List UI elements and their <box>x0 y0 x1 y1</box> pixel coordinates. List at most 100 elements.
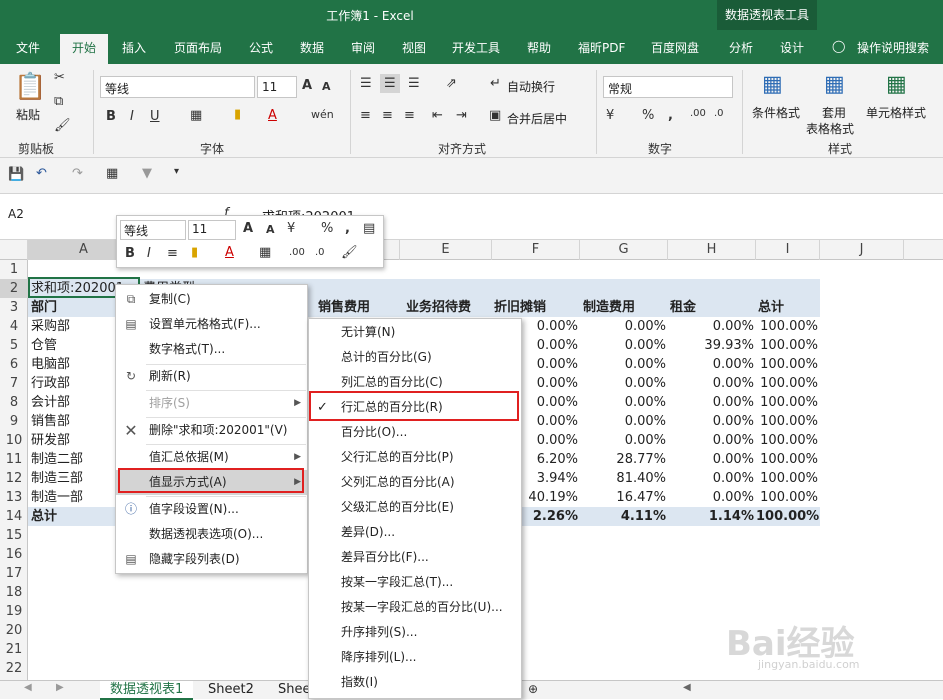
paste-icon[interactable]: 📋 <box>14 72 46 102</box>
submenu-item-no-calculation[interactable]: 无计算(N) <box>309 320 521 345</box>
pivot-row-label[interactable]: 研发部 <box>31 431 70 450</box>
save-icon[interactable]: 💾 <box>8 167 24 182</box>
submenu-item-percent-running-total[interactable]: 按某一字段汇总的百分比(U)... <box>309 595 521 620</box>
align-top-icon[interactable]: ☰ <box>360 76 372 91</box>
pivot-value-cell[interactable]: 0.00% <box>668 469 754 488</box>
pivot-value-cell[interactable]: 0.00% <box>668 431 754 450</box>
row-header[interactable]: 12 <box>0 469 28 488</box>
conditional-format-icon[interactable]: ▦ <box>762 72 783 97</box>
tab-data[interactable]: 数据 <box>300 39 324 56</box>
submenu-item-running-total[interactable]: 按某一字段汇总(T)... <box>309 570 521 595</box>
increase-decimal-icon[interactable]: .00 <box>690 108 706 119</box>
select-all-corner[interactable] <box>0 240 28 260</box>
pivot-row-label[interactable]: 制造一部 <box>31 488 83 507</box>
pivot-value-cell[interactable]: 28.77% <box>580 450 666 469</box>
pivot-value-cell[interactable]: 100.00% <box>756 336 818 355</box>
mini-font-color-icon[interactable]: A <box>225 245 234 260</box>
conditional-format-button[interactable]: 条件格式 <box>752 104 800 121</box>
italic-button[interactable]: I <box>130 109 134 124</box>
menu-item-refresh[interactable]: ↻ 刷新(R) <box>116 364 307 389</box>
underline-button[interactable]: U <box>150 109 160 124</box>
pivot-value-cell[interactable]: 81.40% <box>580 469 666 488</box>
mini-shrink-font-icon[interactable]: A <box>266 223 275 236</box>
row-header[interactable]: 4 <box>0 317 28 336</box>
pivot-row-label[interactable]: 会计部 <box>31 393 70 412</box>
menu-item-value-field-settings[interactable]: ⓘ 值字段设置(N)... <box>116 497 307 522</box>
scroll-left-icon[interactable]: ◀ <box>24 682 32 693</box>
submenu-item-percent-of[interactable]: 百分比(O)... <box>309 420 521 445</box>
row-header[interactable]: 2 <box>0 279 28 298</box>
mini-percent-button[interactable]: % <box>321 221 333 236</box>
column-header-e[interactable]: E <box>400 240 492 260</box>
pivot-value-cell[interactable]: 100.00% <box>756 469 818 488</box>
pivot-total-g[interactable]: 4.11% <box>580 507 666 526</box>
tab-formulas[interactable]: 公式 <box>249 39 273 56</box>
undo-icon[interactable]: ↶ <box>36 166 47 181</box>
pivot-row-label[interactable]: 仓管 <box>31 336 57 355</box>
align-middle-icon[interactable]: ☰ <box>380 74 400 93</box>
scroll-right-icon[interactable]: ▶ <box>56 682 64 693</box>
pivot-value-cell[interactable]: 0.00% <box>668 317 754 336</box>
row-header[interactable]: 22 <box>0 659 28 678</box>
mini-accounting-icon[interactable]: ¥ <box>287 221 295 236</box>
mini-border-icon[interactable]: ▦ <box>259 245 271 260</box>
row-header[interactable]: 6 <box>0 355 28 374</box>
submenu-item-percent-parent-total[interactable]: 父级汇总的百分比(E) <box>309 495 521 520</box>
wrap-text-button[interactable]: 自动换行 <box>507 78 555 95</box>
row-header[interactable]: 9 <box>0 412 28 431</box>
pivot-value-cell[interactable]: 100.00% <box>756 431 818 450</box>
row-header[interactable]: 1 <box>0 260 28 279</box>
font-size-select[interactable]: 11 <box>257 76 297 98</box>
fill-color-icon[interactable]: ▮ <box>234 107 241 122</box>
submenu-item-index[interactable]: 指数(I) <box>309 670 521 695</box>
number-format-select[interactable]: 常规 <box>603 76 733 98</box>
pivot-row-field[interactable]: 部门 <box>31 298 57 317</box>
pivot-value-cell[interactable]: 0.00% <box>668 450 754 469</box>
mini-format-icon[interactable]: ▤ <box>363 221 375 236</box>
comma-button[interactable]: , <box>668 108 673 123</box>
pivot-value-cell[interactable]: 0.00% <box>668 355 754 374</box>
pivot-value-cell[interactable]: 0.00% <box>668 412 754 431</box>
tab-file[interactable]: 文件 <box>16 39 40 56</box>
row-header[interactable]: 10 <box>0 431 28 450</box>
row-header[interactable]: 16 <box>0 545 28 564</box>
tab-baidu-netdisk[interactable]: 百度网盘 <box>651 39 699 56</box>
pivot-value-cell[interactable]: 0.00% <box>668 374 754 393</box>
tab-review[interactable]: 审阅 <box>351 39 375 56</box>
pivot-total-i[interactable]: 100.00% <box>756 507 819 526</box>
row-header[interactable]: 21 <box>0 640 28 659</box>
pivot-value-cell[interactable]: 0.00% <box>580 317 666 336</box>
tab-home[interactable]: 开始 <box>60 34 108 64</box>
pivot-total-h[interactable]: 1.14% <box>668 507 754 526</box>
pivot-value-cell[interactable]: 0.00% <box>668 488 754 507</box>
shrink-font-button[interactable]: A <box>322 80 331 93</box>
format-table-button-line2[interactable]: 表格格式 <box>806 120 854 137</box>
paste-button[interactable]: 粘贴 <box>16 106 40 123</box>
tab-help[interactable]: 帮助 <box>527 39 551 56</box>
submenu-item-difference-from[interactable]: 差异(D)... <box>309 520 521 545</box>
sheet-tab-active[interactable]: 数据透视表1 <box>100 681 194 700</box>
merge-center-icon[interactable]: ▣ <box>489 108 501 123</box>
row-header[interactable]: 11 <box>0 450 28 469</box>
row-header[interactable]: 17 <box>0 564 28 583</box>
pivot-row-label[interactable]: 制造三部 <box>31 469 83 488</box>
tab-foxit-pdf[interactable]: 福昕PDF <box>578 39 625 56</box>
cut-icon[interactable]: ✂ <box>54 70 65 85</box>
align-center-icon[interactable]: ≡ <box>382 108 393 123</box>
tab-page-layout[interactable]: 页面布局 <box>174 39 222 56</box>
column-header-h[interactable]: H <box>668 240 756 260</box>
pivot-row-label[interactable]: 制造二部 <box>31 450 83 469</box>
sheet-tab[interactable]: Sheet2 <box>198 681 264 700</box>
pivot-value-cell[interactable]: 100.00% <box>756 488 818 507</box>
row-header[interactable]: 5 <box>0 336 28 355</box>
menu-item-remove-field[interactable]: ✕ 删除"求和项:202001"(V) <box>116 418 307 443</box>
mini-fill-color-icon[interactable]: ▮ <box>191 245 198 260</box>
row-header[interactable]: 3 <box>0 298 28 317</box>
format-table-button-line1[interactable]: 套用 <box>822 104 846 121</box>
hscroll-left-icon[interactable]: ◀ <box>683 682 691 693</box>
pivot-value-cell[interactable]: 39.93% <box>668 336 754 355</box>
menu-item-format-cells[interactable]: ▤ 设置单元格格式(F)... <box>116 312 307 337</box>
mini-bold-button[interactable]: B <box>125 246 135 261</box>
tab-analyze[interactable]: 分析 <box>729 39 753 56</box>
pivot-value-cell[interactable]: 0.00% <box>580 393 666 412</box>
